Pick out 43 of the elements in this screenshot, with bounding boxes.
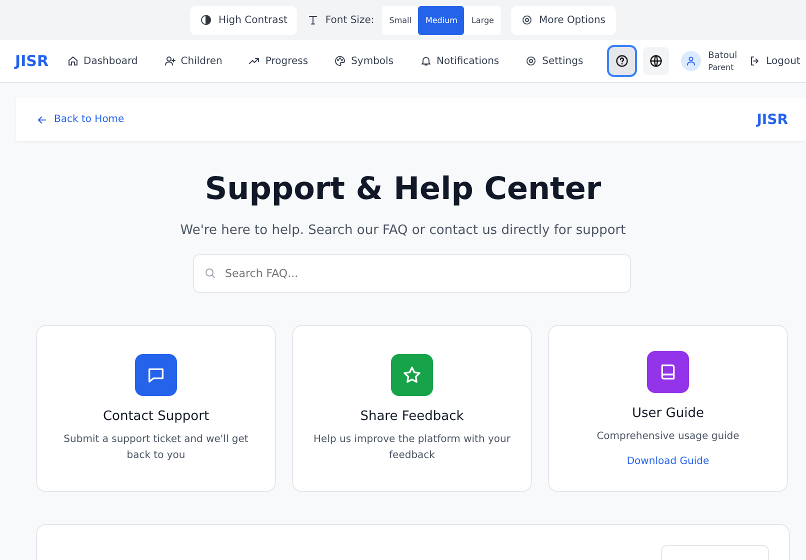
- logout-button[interactable]: Logout: [749, 55, 800, 67]
- trend-icon: [248, 55, 260, 67]
- settings-icon: [525, 55, 538, 67]
- font-size-label: Font Size:: [325, 14, 374, 26]
- nav-link[interactable]: Settings: [525, 55, 584, 67]
- help-icon: [615, 54, 630, 68]
- globe-icon: [649, 54, 664, 68]
- card-description: Submit a support ticket and we'll get back to you: [62, 432, 250, 462]
- search-icon: [204, 267, 216, 279]
- logo: JISR: [756, 112, 788, 128]
- high-contrast-button[interactable]: High Contrast: [190, 6, 298, 34]
- font-size-option[interactable]: Medium: [418, 6, 464, 34]
- page-subtitle: We're here to help. Search our FAQ or contact us directly for support: [179, 223, 627, 238]
- card-title: Contact Support: [102, 408, 210, 424]
- gear-icon: [520, 14, 533, 26]
- logo[interactable]: JISR: [15, 52, 49, 70]
- back-link[interactable]: Back to Home: [36, 114, 124, 126]
- card-title: User Guide: [632, 406, 704, 420]
- palette-icon: [334, 55, 346, 67]
- contrast-icon: [200, 14, 212, 26]
- download-link[interactable]: Download Guide: [626, 456, 710, 466]
- card-description: Help us improve the platform with your feedback: [313, 432, 511, 462]
- search-field[interactable]: Search FAQ...: [193, 254, 631, 293]
- nav-link[interactable]: Symbols: [334, 55, 394, 67]
- text-size-icon: [307, 14, 320, 26]
- home-icon: [66, 55, 79, 67]
- language-button[interactable]: [643, 47, 670, 75]
- help-button[interactable]: [609, 47, 636, 75]
- arrow-left-icon: [36, 114, 48, 126]
- user-role: Parent: [708, 62, 735, 72]
- card-description: Comprehensive usage guide: [596, 430, 740, 444]
- nav-link[interactable]: Notifications: [420, 55, 500, 67]
- nav-link[interactable]: Dashboard: [66, 55, 138, 67]
- page-title: Support & Help Center: [204, 171, 602, 207]
- nav-link[interactable]: Children: [164, 55, 222, 67]
- bell-icon: [420, 55, 432, 67]
- avatar: [681, 51, 702, 71]
- nav-link[interactable]: Progress: [248, 55, 308, 67]
- card-title: Share Feedback: [360, 408, 464, 424]
- user-plus-icon: [164, 55, 176, 67]
- more-options-button[interactable]: More Options: [510, 6, 616, 34]
- user-name: Batoul: [708, 50, 738, 60]
- logout-icon: [749, 55, 762, 67]
